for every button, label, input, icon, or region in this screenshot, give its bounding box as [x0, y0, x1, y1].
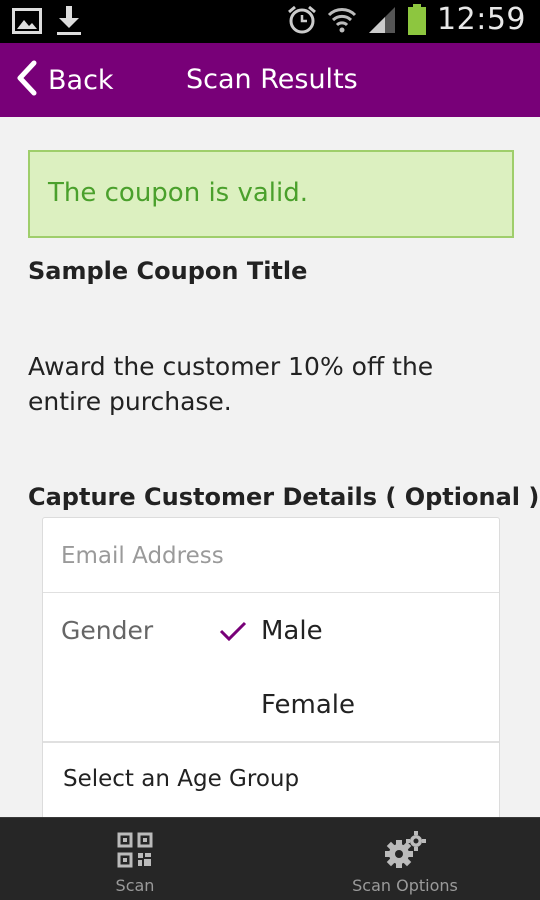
wifi-icon: [327, 5, 357, 35]
qr-code-icon: [117, 830, 153, 870]
gender-option-label: Female: [261, 690, 356, 720]
nav-scan-label: Scan: [115, 876, 155, 895]
email-row: [43, 518, 499, 593]
gender-option-male[interactable]: Male: [213, 606, 323, 656]
back-button[interactable]: Back: [14, 55, 114, 105]
download-icon: [56, 6, 82, 36]
gears-icon: [383, 830, 427, 870]
gender-label: Gender: [61, 616, 154, 645]
page-title: Scan Results: [186, 64, 358, 95]
status-bar: 12:59: [0, 0, 540, 43]
gallery-icon: [12, 8, 42, 34]
gender-option-female[interactable]: Female: [213, 680, 355, 730]
coupon-title: Sample Coupon Title: [28, 257, 308, 285]
gender-option-label: Male: [261, 616, 323, 646]
coupon-valid-banner: The coupon is valid.: [28, 150, 514, 238]
signal-icon: [367, 5, 397, 35]
chevron-left-icon: [14, 60, 38, 100]
checkmark-icon: [213, 620, 253, 642]
alarm-icon: [287, 5, 317, 35]
customer-details-form: Gender Male Female Select an Age Group: [42, 517, 500, 837]
bottom-nav: Scan Scan Options: [0, 817, 540, 900]
age-group-select[interactable]: Select an Age Group: [43, 744, 499, 824]
nav-scan-options-label: Scan Options: [352, 876, 458, 895]
email-field[interactable]: [61, 536, 481, 576]
valid-message: The coupon is valid.: [48, 178, 309, 208]
age-group-placeholder: Select an Age Group: [63, 766, 300, 792]
clock-time: 12:59: [437, 2, 526, 37]
capture-details-heading: Capture Customer Details ( Optional ): [28, 483, 540, 511]
nav-scan-options[interactable]: Scan Options: [340, 818, 470, 900]
gender-row: Gender Male Female: [43, 594, 499, 743]
back-label: Back: [48, 64, 114, 96]
nav-scan[interactable]: Scan: [90, 818, 180, 900]
action-bar: Back Scan Results: [0, 43, 540, 117]
battery-icon: [407, 3, 427, 36]
scan-results-content: The coupon is valid. Sample Coupon Title…: [0, 117, 540, 837]
coupon-description: Award the customer 10% off the entire pu…: [28, 352, 434, 416]
